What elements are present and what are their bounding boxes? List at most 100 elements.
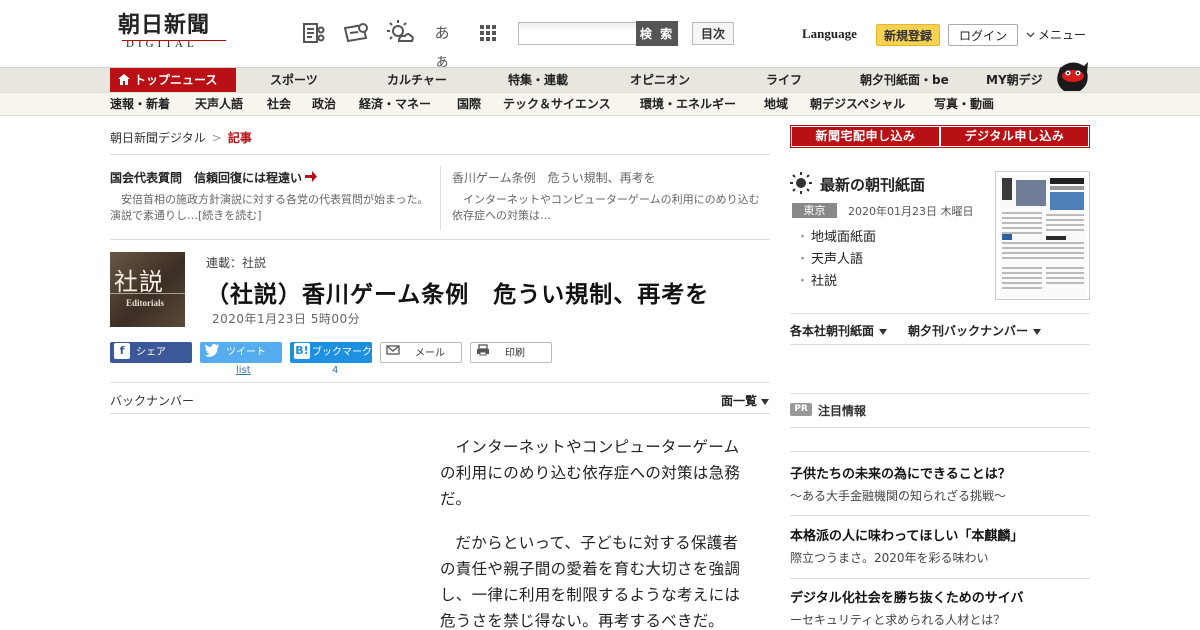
breadcrumb: 朝日新聞デジタル > 記事 <box>110 129 252 146</box>
subscribe-paper-button[interactable]: 新聞宅配申し込み <box>792 127 939 146</box>
search-input[interactable] <box>518 22 637 45</box>
backnumber-link[interactable]: バックナンバー <box>110 392 194 409</box>
divider <box>790 451 1090 452</box>
divider <box>110 154 770 155</box>
nav-label: トップニュース <box>134 73 218 87</box>
mascot-icon[interactable] <box>1052 58 1092 94</box>
weather-sun-cloud-icon[interactable] <box>386 19 414 47</box>
arrow-right-icon <box>305 170 318 182</box>
hatena-bookmark-button[interactable]: B! ブックマーク <box>290 342 372 363</box>
series-label[interactable]: 連載：社説 <box>206 254 266 271</box>
promo-item[interactable]: デジタル化社会を勝ち抜くためのサイバ ーセキュリティと求められる人材とは？ <box>790 590 1090 629</box>
promo-subtitle: 際立つうまさ。2020年を彩る味わい <box>790 551 989 565</box>
subnav-item-tensei-jingo[interactable]: 天声人語 <box>195 93 243 116</box>
chevron-down-icon <box>1026 28 1035 38</box>
related-title: 香川ゲーム条例 危うい規制、再考を <box>452 171 656 185</box>
article-date: 2020年1月23日 5時00分 <box>212 312 361 326</box>
secondary-nav: 速報・新着 天声人語 社会 政治 経済・マネー 国際 テック＆サイエンス 環境・… <box>0 92 1200 116</box>
menu-label: メニュー <box>1038 28 1087 42</box>
login-button[interactable]: ログイン <box>948 24 1018 46</box>
site-header: 朝日新聞 DIGITAL あぁ 検 索 目次 Language 新規登録 ログイ… <box>0 0 1200 70</box>
coupon-ticket-icon[interactable] <box>342 19 370 47</box>
facebook-share-button[interactable]: f シェア <box>110 342 192 363</box>
promo-item[interactable]: 本格派の人に味わってほしい「本麒麟」 際立つうまさ。2020年を彩る味わい <box>790 528 1090 567</box>
mail-icon <box>385 344 401 360</box>
search-button[interactable]: 検 索 <box>636 21 678 46</box>
caret-down-icon <box>1033 324 1042 335</box>
backnumber-paper-dropdown[interactable]: 朝夕刊バックナンバー <box>908 322 1042 339</box>
share-label: ブックマーク <box>312 347 372 358</box>
subnav-item-environment[interactable]: 環境・エネルギー <box>640 93 736 116</box>
facebook-icon: f <box>114 343 130 359</box>
menu-button[interactable]: メニュー <box>1026 26 1086 43</box>
share-label: ツイート <box>226 347 266 358</box>
breadcrumb-current: 記事 <box>227 131 252 145</box>
font-size-label: あぁ <box>434 24 450 70</box>
nav-item-opinion[interactable]: オピニオン <box>630 68 690 93</box>
nav-item-culture[interactable]: カルチャー <box>387 68 447 93</box>
language-link[interactable]: Language <box>802 26 857 42</box>
paper-link-regional[interactable]: 地域面紙面 <box>796 227 876 249</box>
home-icon <box>118 69 130 85</box>
caret-down-icon <box>879 324 888 335</box>
site-logo[interactable]: 朝日新聞 DIGITAL <box>118 12 230 54</box>
nav-item-my-asadigi[interactable]: MY朝デジ <box>986 68 1043 93</box>
divider <box>790 427 1090 428</box>
paper-link-tensei-jingo[interactable]: 天声人語 <box>796 249 876 271</box>
mail-share-button[interactable]: メール <box>380 342 462 363</box>
regional-paper-dropdown[interactable]: 各本社朝刊紙面 <box>790 322 888 339</box>
nav-item-sports[interactable]: スポーツ <box>270 68 318 93</box>
subscribe-digital-button[interactable]: デジタル申し込み <box>941 127 1088 146</box>
logo-main-text: 朝日新聞 <box>118 12 211 38</box>
related-desc: 安倍首相の施政方針演説に対する各党の代表質問が始まった。演説で素通りし…[続きを… <box>110 193 429 222</box>
paper-date: 2020年01月23日 木曜日 <box>848 205 974 218</box>
paper-link-editorial[interactable]: 社説 <box>796 271 876 293</box>
related-title: 国会代表質問 信頼回復には程遠い <box>110 170 430 186</box>
promo-title: 本格派の人に味わってほしい「本麒麟」 <box>790 529 1024 544</box>
promo-title: デジタル化社会を勝ち抜くためのサイバ <box>790 591 1024 606</box>
twitter-count-link[interactable]: list <box>236 365 251 376</box>
toc-button[interactable]: 目次 <box>692 22 734 45</box>
subnav-item-economy[interactable]: 経済・マネー <box>359 93 431 116</box>
breadcrumb-home[interactable]: 朝日新聞デジタル <box>110 131 206 145</box>
nav-item-paper-be[interactable]: 朝夕刊紙面・be <box>860 68 949 93</box>
nav-item-life[interactable]: ライフ <box>766 68 802 93</box>
subnav-item-photo-video[interactable]: 写真・動画 <box>934 93 994 116</box>
divider <box>790 313 1090 314</box>
nav-item-features[interactable]: 特集・連載 <box>508 68 568 93</box>
subnav-item-society[interactable]: 社会 <box>267 93 291 116</box>
print-button[interactable]: 印刷 <box>470 342 552 363</box>
related-article-prev[interactable]: 国会代表質問 信頼回復には程遠い 安倍首相の施政方針演説に対する各党の代表質問が… <box>110 170 430 224</box>
nav-item-top-news[interactable]: トップニュース <box>110 68 236 93</box>
divider <box>110 382 770 383</box>
breadcrumb-separator: > <box>211 131 222 145</box>
dropdown-label: 朝夕刊バックナンバー <box>908 324 1029 338</box>
pr-heading: 注目情報 <box>818 404 867 418</box>
newspaper-thumbnail[interactable] <box>995 171 1090 300</box>
subnav-item-special[interactable]: 朝デジスペシャル <box>810 93 905 116</box>
page-list-dropdown[interactable]: 面一覧 <box>721 392 770 409</box>
divider-vertical <box>440 166 441 230</box>
printer-icon <box>475 344 491 360</box>
caret-down-icon <box>761 394 770 405</box>
logo-divider <box>122 40 226 41</box>
article-paragraph: だからといって、子どもに対する保護者の責任や親子間の愛着を育む大切さを強調し、一… <box>440 534 741 630</box>
related-article-current[interactable]: 香川ゲーム条例 危うい規制、再考を インターネットやコンピューターゲームの利用に… <box>452 170 768 224</box>
subnav-item-tech-science[interactable]: テック＆サイエンス <box>503 93 611 116</box>
grid-menu-icon[interactable] <box>474 19 502 47</box>
promo-item[interactable]: 子供たちの未来の為にできることは？ ～ある大手金融機関の知られざる挑戦～ <box>790 466 1090 505</box>
latest-paper-heading[interactable]: 最新の朝刊紙面 <box>820 174 925 195</box>
share-label: シェア <box>136 347 166 358</box>
subnav-item-region[interactable]: 地域 <box>764 93 788 116</box>
register-button[interactable]: 新規登録 <box>876 24 940 46</box>
divider <box>790 344 1090 345</box>
subnav-item-international[interactable]: 国際 <box>457 93 481 116</box>
subnav-item-breaking[interactable]: 速報・新着 <box>110 93 170 116</box>
subnav-item-politics[interactable]: 政治 <box>312 93 336 116</box>
divider <box>790 578 1090 579</box>
newspaper-scissors-icon[interactable] <box>300 19 328 47</box>
hatena-count[interactable]: 4 <box>332 365 338 376</box>
twitter-tweet-button[interactable]: ツイート <box>200 342 282 363</box>
font-size-icon[interactable]: あぁ <box>428 19 456 70</box>
pr-tag: PR <box>790 403 812 416</box>
